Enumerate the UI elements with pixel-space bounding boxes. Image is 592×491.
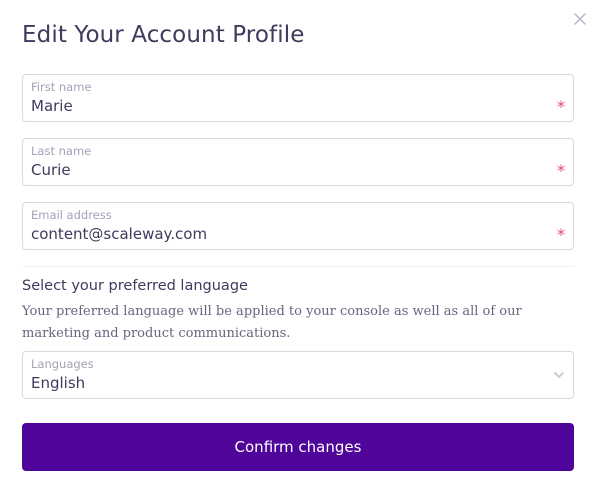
first-name-label: First name xyxy=(31,80,92,94)
last-name-label: Last name xyxy=(31,144,92,158)
email-label: Email address xyxy=(31,208,112,222)
last-name-field[interactable]: Last name Curie * xyxy=(22,138,574,186)
close-icon xyxy=(574,13,586,25)
chevron-down-icon[interactable] xyxy=(551,367,567,383)
email-value[interactable]: content@scaleway.com xyxy=(31,225,207,243)
first-name-field[interactable]: First name Marie * xyxy=(22,74,574,122)
language-section-description: Your preferred language will be applied … xyxy=(22,304,522,341)
first-name-value[interactable]: Marie xyxy=(31,97,73,115)
required-indicator: * xyxy=(557,97,565,116)
required-indicator: * xyxy=(557,225,565,244)
last-name-value[interactable]: Curie xyxy=(31,161,71,179)
language-select-label: Languages xyxy=(31,357,94,371)
close-button[interactable] xyxy=(571,10,589,28)
language-section-heading: Select your preferred language xyxy=(22,278,248,294)
language-select-value: English xyxy=(31,374,86,392)
confirm-changes-button[interactable]: Confirm changes xyxy=(22,423,574,471)
dialog-title: Edit Your Account Profile xyxy=(22,22,305,48)
section-divider xyxy=(22,266,574,267)
required-indicator: * xyxy=(557,161,565,180)
language-select[interactable]: Languages English xyxy=(22,351,574,399)
email-field[interactable]: Email address content@scaleway.com * xyxy=(22,202,574,250)
